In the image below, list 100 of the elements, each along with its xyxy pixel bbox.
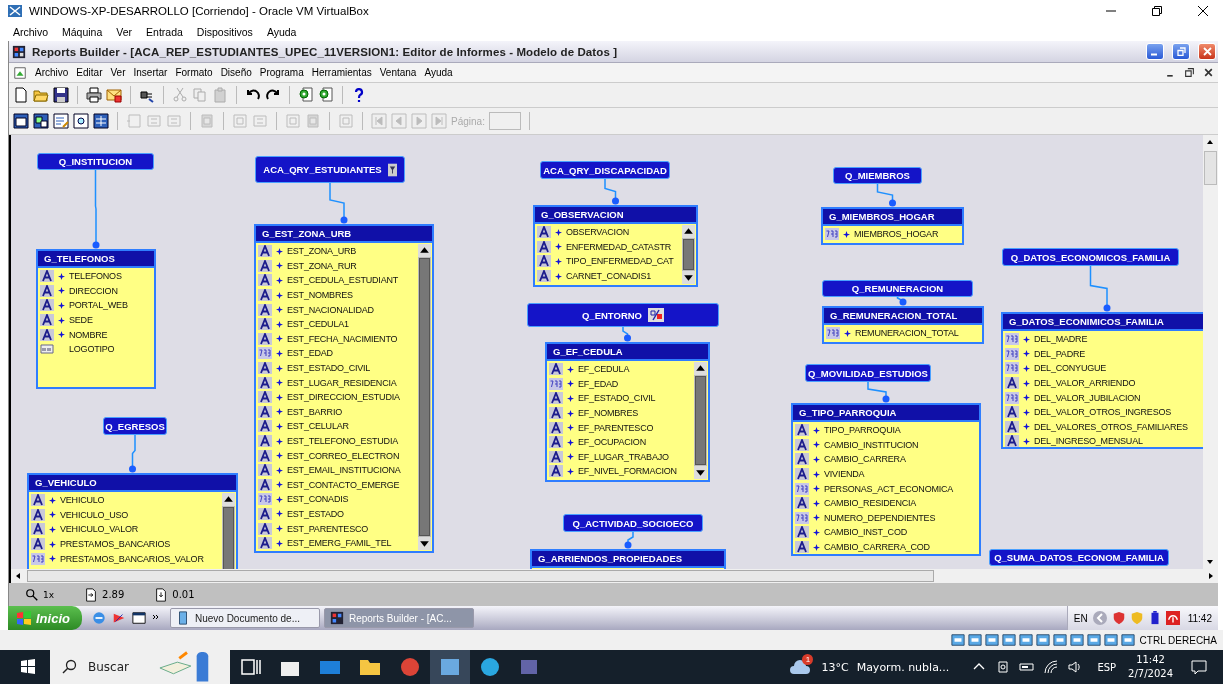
data-group[interactable]: G_MIEMBROS_HOGAR MIEMBROS_HOGAR bbox=[821, 207, 964, 245]
query-node[interactable]: Q_ENTORNO bbox=[527, 303, 719, 327]
scrollbar[interactable] bbox=[694, 362, 707, 479]
scroll-down-icon[interactable] bbox=[694, 466, 707, 479]
media-player-icon[interactable] bbox=[111, 611, 126, 625]
language-indicator[interactable]: EN bbox=[1073, 612, 1088, 624]
menu-item[interactable]: Archivo bbox=[35, 67, 69, 78]
menu-item[interactable]: Herramientas bbox=[311, 67, 372, 78]
horizontal-scrollbar[interactable] bbox=[11, 569, 1218, 583]
weather-condition[interactable]: Mayorm. nubla... bbox=[856, 660, 950, 674]
umbrella-icon[interactable] bbox=[1165, 611, 1180, 625]
restore-icon[interactable] bbox=[1184, 67, 1195, 78]
query-node[interactable]: Q_SUMA_DATOS_ECONOM_FAMILIA bbox=[989, 549, 1169, 566]
scroll-down-icon[interactable] bbox=[682, 271, 695, 284]
scroll-thumb[interactable] bbox=[1204, 151, 1217, 185]
data-group[interactable]: G_TIPO_PARROQUIA TIPO_PARROQUIA CAMBIO_INSTITUCION CAMBIO_CARRERA VIVIENDA PERSONAS_ACT_ECONOMICA CAMBIO_RESIDENCIA NUMERO_DEPENDIENTES CAMBIO_INST_COD CAMBIO_CARRERA_COD bbox=[791, 403, 981, 556]
gear-document-icon[interactable] bbox=[318, 87, 334, 103]
number-type-icon bbox=[31, 552, 45, 565]
query-node[interactable]: ACA_QRY_DISCAPACIDAD bbox=[540, 161, 670, 179]
text-type-icon bbox=[258, 332, 272, 345]
menu-item[interactable]: Insertar bbox=[133, 67, 168, 78]
data-group[interactable]: G_REMUNERACION_TOTAL REMUNERACION_TOTAL bbox=[822, 306, 984, 344]
menu-item[interactable]: Archivo bbox=[13, 25, 48, 38]
text-type-icon bbox=[258, 464, 272, 477]
new-document-icon[interactable] bbox=[13, 87, 29, 103]
view-icon[interactable] bbox=[13, 113, 29, 129]
clock[interactable]: 11:42 bbox=[1187, 612, 1212, 624]
data-group[interactable]: G_ARRIENDOS_PROPIEDADES bbox=[530, 549, 726, 569]
scroll-thumb[interactable] bbox=[695, 376, 706, 465]
chevron-icon[interactable] bbox=[151, 614, 160, 622]
menu-item[interactable]: Ayuda bbox=[424, 67, 453, 78]
data-group[interactable] bbox=[254, 224, 434, 553]
scroll-thumb[interactable] bbox=[27, 570, 934, 582]
text-type-icon bbox=[795, 453, 809, 466]
menu-item[interactable]: Dispositivos bbox=[196, 25, 253, 38]
input-language[interactable]: ESP bbox=[1097, 661, 1117, 673]
search-field[interactable]: Buscar bbox=[86, 659, 150, 675]
menu-item[interactable]: Formato bbox=[175, 67, 213, 78]
menu-item[interactable]: Editar bbox=[76, 67, 103, 78]
column-name: EST_ESTADO_CIVIL bbox=[287, 363, 371, 374]
shield-icon[interactable] bbox=[1111, 611, 1126, 625]
number-type-icon bbox=[258, 347, 272, 360]
text-type-icon bbox=[258, 405, 272, 418]
view-grid-icon[interactable] bbox=[93, 113, 109, 129]
text-type-icon bbox=[40, 270, 54, 283]
notifications-icon[interactable] bbox=[1191, 659, 1207, 675]
query-node[interactable]: Q_INSTITUCION bbox=[37, 153, 154, 170]
query-node[interactable]: Q_DATOS_ECONOMICOS_FAMILIA bbox=[1002, 248, 1179, 266]
data-group[interactable]: G_DATOS_ECONIMICOS_FAMILIA DEL_MADRE DEL_PADRE DEL_CONYUGUE DEL_VALOR_ARRIENDO DEL_VALOR_JUBILACION DEL_VALOR_OTROS_INGRESOS DEL_VALORES_OTROS_FAMILIARES DEL_INGRESO_MENSUAL bbox=[1001, 312, 1203, 449]
menu-item[interactable]: Ver bbox=[116, 25, 133, 38]
taskbar-window-button[interactable]: Nuevo Documento de... bbox=[169, 608, 320, 628]
scroll-thumb[interactable] bbox=[683, 239, 694, 270]
scrollbar[interactable] bbox=[418, 244, 431, 550]
scroll-up-icon[interactable] bbox=[222, 493, 235, 506]
group-header: G_EST_ZONA_URB bbox=[256, 226, 432, 243]
text-type-icon bbox=[31, 508, 45, 521]
notification-badge: 1 bbox=[802, 654, 814, 665]
column-name: EST_CORREO_ELECTRON bbox=[287, 450, 400, 461]
query-node[interactable]: Q_MOVILIDAD_ESTUDIOS bbox=[805, 364, 931, 382]
minimize-button[interactable] bbox=[1146, 43, 1164, 60]
view-alt-icon[interactable] bbox=[33, 113, 49, 129]
column-name: EF_ESTADO_CIVIL bbox=[578, 393, 656, 404]
printer-icon[interactable] bbox=[86, 87, 102, 103]
query-node[interactable]: ACA_QRY_ESTUDIANTES bbox=[255, 156, 405, 183]
query-node[interactable]: Q_ACTIVIDAD_SOCIOECO bbox=[563, 514, 703, 532]
scroll-up-icon[interactable] bbox=[694, 362, 707, 375]
temperature[interactable]: 13°C bbox=[821, 660, 849, 674]
data-group[interactable]: G_EF_CEDULA EF_CEDULA EF_EDAD EF_ESTADO_CIVIL EF_NOMBRES EF_PARENTESCO EF_OCUPACION EF_LUGAR_TRABAJO EF_NIVEL_FORMACION bbox=[545, 342, 710, 482]
menu-item[interactable]: Entrada bbox=[146, 25, 183, 38]
column-name: VEHICULO_USO bbox=[60, 509, 129, 520]
menu-item[interactable]: Ver bbox=[110, 67, 126, 78]
data-group[interactable]: G_TELEFONOS TELEFONOS DIRECCION PORTAL_WEB SEDE NOMBRE LOGOTIPO bbox=[36, 249, 156, 389]
menu-item[interactable]: Programa bbox=[259, 67, 304, 78]
query-node[interactable]: Q_REMUNERACION bbox=[822, 280, 973, 297]
menu-item[interactable]: Máquina bbox=[62, 25, 103, 38]
menu-item[interactable]: Diseño bbox=[220, 67, 252, 78]
view-edit-icon[interactable] bbox=[53, 113, 69, 129]
scroll-up-icon[interactable] bbox=[682, 225, 695, 238]
clock[interactable]: 11:42 2/7/2024 bbox=[1128, 653, 1173, 681]
desktop-window-icon[interactable] bbox=[131, 611, 146, 625]
query-node[interactable]: Q_EGRESOS bbox=[103, 417, 167, 435]
scroll-thumb[interactable] bbox=[419, 258, 430, 536]
vertical-scrollbar[interactable] bbox=[1203, 135, 1218, 569]
gear-document-icon[interactable] bbox=[298, 87, 314, 103]
menu-item[interactable]: Ayuda bbox=[266, 25, 297, 38]
data-group[interactable]: G_OBSERVACION OBSERVACION ENFERMEDAD_CATASTR TIPO_ENFERMEDAD_CAT CARNET_CONADIS1 bbox=[533, 205, 698, 287]
query-node[interactable]: Q_MIEMBROS bbox=[833, 167, 922, 184]
view-search-icon[interactable] bbox=[73, 113, 89, 129]
search-bar[interactable]: Buscar bbox=[50, 650, 230, 684]
document-menu-icon[interactable] bbox=[13, 65, 27, 80]
data-group[interactable]: G_VEHICULO VEHICULO VEHICULO_USO VEHICULO_VALOR PRESTAMOS_BANCARIOS PRESTAMOS_BANCARIOS_VALOR bbox=[27, 473, 238, 569]
wifi-icon[interactable] bbox=[1043, 659, 1060, 675]
column-name: CARNET_CONADIS1 bbox=[566, 271, 652, 282]
close-icon[interactable] bbox=[1203, 67, 1214, 78]
column-name: EST_CEDULA_ESTUDIANT bbox=[287, 275, 399, 286]
scroll-up-icon[interactable] bbox=[418, 244, 431, 257]
scroll-down-icon[interactable] bbox=[418, 537, 431, 550]
windows-logo-icon[interactable] bbox=[20, 659, 36, 675]
scrollbar[interactable] bbox=[682, 225, 695, 284]
menu-item[interactable]: Ventana bbox=[379, 67, 417, 78]
